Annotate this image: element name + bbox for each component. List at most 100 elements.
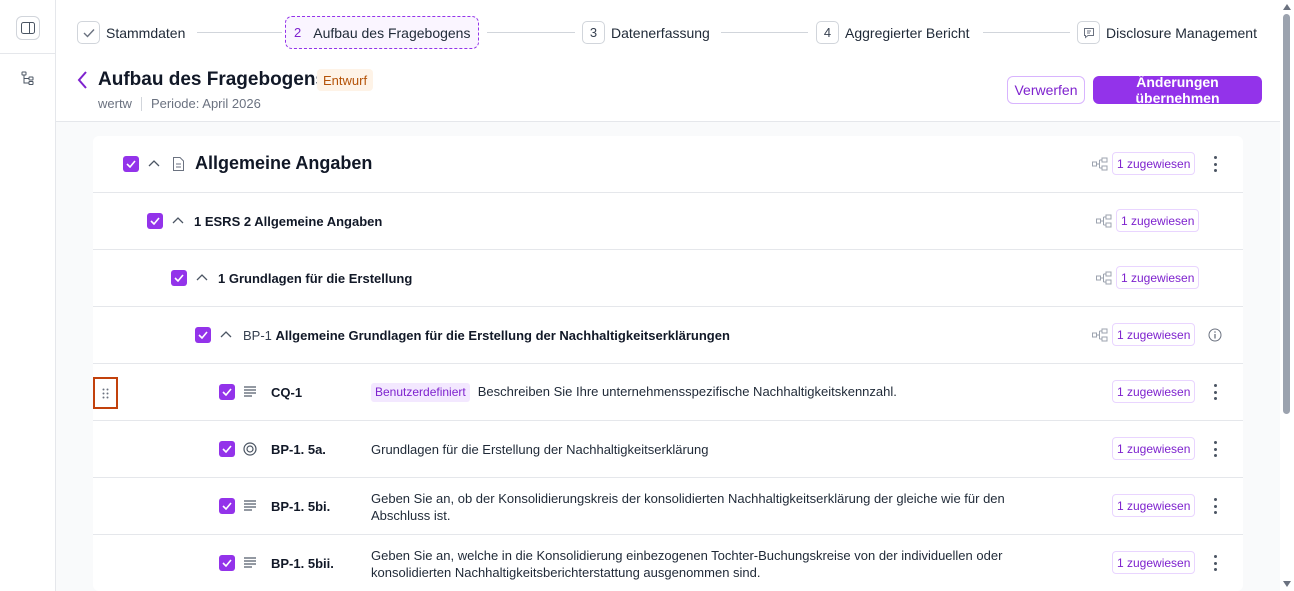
step-connector	[721, 32, 808, 33]
tree-row-section: Allgemeine Angaben 1 zugewiesen	[93, 136, 1243, 193]
check-icon	[77, 21, 100, 44]
question-label: Geben Sie an, ob der Konsolidierungskrei…	[371, 491, 1005, 523]
hierarchy-icon[interactable]	[1096, 214, 1112, 228]
question-row: CQ-1 Benutzerdefiniert Beschreiben Sie Ih…	[93, 364, 1243, 421]
scrollbar-thumb[interactable]	[1283, 14, 1290, 414]
chevron-up-icon[interactable]	[220, 329, 232, 341]
tree-row-disclosure: BP-1 Allgemeine Grundlagen für die Erste…	[93, 307, 1243, 364]
check-icon	[222, 388, 232, 396]
disclosure-title: BP-1 Allgemeine Grundlagen für die Erste…	[243, 328, 730, 343]
assigned-badge[interactable]: 1 zugewiesen	[1112, 494, 1196, 517]
text-lines-icon	[244, 557, 256, 568]
question-id: BP-1. 5bi.	[271, 499, 331, 514]
apply-changes-button[interactable]: Änderungen übernehmen	[1093, 74, 1262, 106]
hierarchy-icon[interactable]	[1092, 328, 1108, 342]
step-connector	[487, 32, 575, 33]
more-options-icon[interactable]	[1213, 156, 1217, 172]
structure-tree-button[interactable]	[16, 66, 40, 90]
step-connector	[983, 32, 1070, 33]
more-options-icon[interactable]	[1213, 384, 1217, 400]
row-checkbox[interactable]	[219, 384, 235, 400]
row-checkbox[interactable]	[195, 327, 211, 343]
check-icon	[198, 331, 208, 339]
assigned-badge[interactable]: 1 zugewiesen	[1112, 323, 1196, 346]
tree-row-chapter: 1 Grundlagen für die Erstellung 1 zugewi…	[93, 250, 1243, 307]
chevron-up-icon[interactable]	[172, 215, 184, 227]
step-label: Disclosure Management	[1106, 24, 1257, 41]
section-title: Allgemeine Angaben	[195, 153, 373, 173]
step-number: 4	[816, 21, 839, 44]
check-icon	[222, 502, 232, 510]
radio-target-icon	[243, 442, 257, 456]
check-icon	[150, 217, 160, 225]
standard-title: 1 ESRS 2 Allgemeine Angaben	[194, 214, 383, 229]
page-meta: wertw Periode: April 2026	[98, 96, 261, 111]
step-label: Aufbau des Fragebogens	[313, 24, 471, 41]
info-icon[interactable]	[1208, 328, 1222, 342]
question-row: BP-1. 5bi. Geben Sie an, ob der Konsolid…	[93, 478, 1243, 535]
chevron-up-icon[interactable]	[148, 158, 160, 170]
question-id: BP-1. 5bii.	[271, 556, 334, 571]
discard-button[interactable]: Verwerfen	[1007, 76, 1085, 104]
drag-grip-icon	[102, 388, 109, 398]
period-label: Periode: April 2026	[150, 96, 261, 111]
question-row: BP-1. 5a. Grundlagen für die Erstellung …	[93, 421, 1243, 478]
back-button[interactable]	[76, 70, 92, 90]
question-id: BP-1. 5a.	[271, 442, 326, 457]
chevron-up-icon[interactable]	[196, 272, 208, 284]
status-badge: Entwurf	[317, 69, 374, 91]
row-checkbox[interactable]	[219, 555, 235, 571]
row-checkbox[interactable]	[219, 441, 235, 457]
drag-handle[interactable]	[93, 377, 118, 409]
question-label: Beschreiben Sie Ihre unternehmensspezifi…	[477, 384, 897, 399]
disclosure-label: Allgemeine Grundlagen für die Erstellung…	[275, 328, 730, 343]
step-number: 2	[294, 25, 302, 40]
row-checkbox[interactable]	[147, 213, 163, 229]
step-aggregierter-bericht[interactable]: 4 Aggregierter Bericht	[816, 16, 970, 49]
assigned-badge[interactable]: 1 zugewiesen	[1112, 380, 1196, 403]
more-options-icon[interactable]	[1213, 441, 1217, 457]
assigned-badge[interactable]: 1 zugewiesen	[1116, 209, 1200, 232]
text-lines-icon	[244, 386, 256, 397]
step-connector	[197, 32, 282, 33]
hierarchy-icon[interactable]	[1096, 271, 1112, 285]
meta-divider	[140, 96, 142, 111]
chapter-title: 1 Grundlagen für die Erstellung	[218, 271, 413, 286]
question-label: Grundlagen für die Erstellung der Nachha…	[371, 442, 709, 457]
step-datenerfassung[interactable]: 3 Datenerfassung	[582, 16, 710, 49]
assigned-badge[interactable]: 1 zugewiesen	[1116, 266, 1200, 289]
step-stammdaten[interactable]: Stammdaten	[77, 16, 185, 49]
step-number: 3	[582, 21, 605, 44]
step-label: Aggregierter Bericht	[845, 24, 970, 41]
page-title: Aufbau des Fragebogens	[98, 69, 327, 90]
text-lines-icon	[244, 500, 256, 511]
step-disclosure-management[interactable]: Disclosure Management	[1077, 16, 1257, 49]
wizard-stepper: Stammdaten 2 Aufbau des Fragebogens 3 Da…	[77, 16, 1262, 49]
scroll-down-icon[interactable]	[1283, 581, 1291, 587]
sidebar-panel-icon	[21, 22, 35, 34]
rail-divider	[0, 53, 56, 54]
check-icon	[222, 445, 232, 453]
assigned-badge[interactable]: 1 zugewiesen	[1112, 152, 1196, 175]
assigned-badge[interactable]: 1 zugewiesen	[1112, 551, 1196, 574]
row-checkbox[interactable]	[171, 270, 187, 286]
more-options-icon[interactable]	[1213, 555, 1217, 571]
sidebar-toggle-button[interactable]	[16, 16, 40, 40]
row-checkbox[interactable]	[219, 498, 235, 514]
assigned-badge[interactable]: 1 zugewiesen	[1112, 437, 1196, 460]
check-icon	[126, 160, 136, 168]
question-id: CQ-1	[271, 385, 303, 400]
check-icon	[174, 274, 184, 282]
chevron-left-icon	[77, 71, 87, 89]
hierarchy-icon[interactable]	[1092, 157, 1108, 171]
more-options-icon[interactable]	[1213, 498, 1217, 514]
scroll-up-icon[interactable]	[1283, 4, 1291, 10]
row-checkbox[interactable]	[123, 156, 139, 172]
question-text: Benutzerdefiniert Beschreiben Sie Ihre un…	[371, 383, 1061, 402]
step-aufbau[interactable]: 2 Aufbau des Fragebogens	[285, 16, 480, 49]
step-label: Datenerfassung	[611, 24, 710, 41]
question-row: BP-1. 5bii. Geben Sie an, welche in die …	[93, 535, 1243, 591]
structure-tree-icon	[21, 71, 34, 85]
step-label: Stammdaten	[106, 24, 186, 41]
comment-icon	[1077, 21, 1100, 44]
